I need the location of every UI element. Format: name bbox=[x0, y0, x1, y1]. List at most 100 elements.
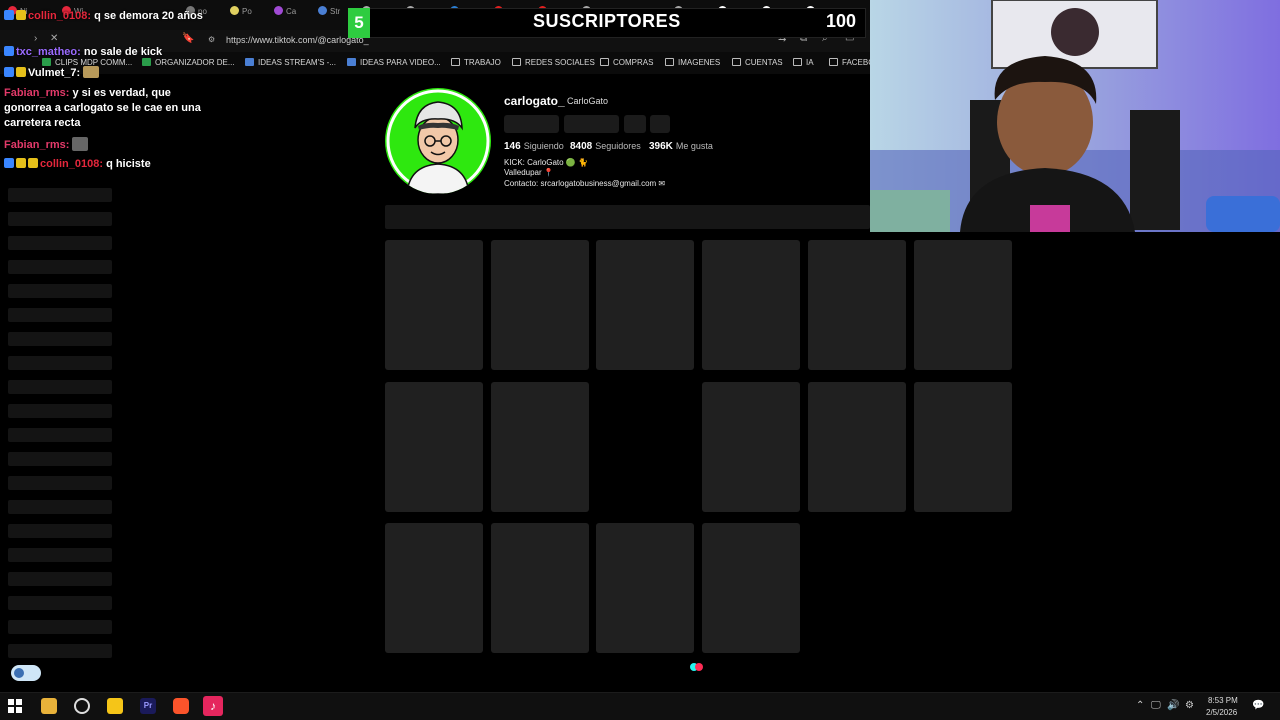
sidebar-skeleton-row bbox=[8, 188, 112, 202]
tab-favicon-icon bbox=[230, 6, 239, 15]
bookmark-label: IA bbox=[806, 58, 814, 67]
brave-browser-icon[interactable] bbox=[173, 698, 189, 714]
folder-icon bbox=[829, 58, 838, 66]
video-card-skeleton[interactable] bbox=[385, 523, 483, 653]
following-count: 146 bbox=[504, 141, 521, 152]
browser-tab[interactable]: Ca bbox=[274, 6, 296, 22]
more-button-skeleton[interactable] bbox=[650, 115, 670, 133]
bookmark-label: CUENTAS bbox=[745, 58, 783, 67]
video-card-skeleton[interactable] bbox=[491, 382, 589, 512]
video-card-skeleton[interactable] bbox=[914, 240, 1012, 370]
premiere-icon[interactable]: Pr bbox=[140, 698, 156, 714]
chat-username[interactable]: txc_matheo bbox=[16, 46, 77, 58]
app-icon[interactable] bbox=[107, 698, 123, 714]
tab-favicon-icon bbox=[318, 6, 327, 15]
browser-tab[interactable]: Str bbox=[318, 6, 340, 22]
chat-badge-icon bbox=[4, 10, 14, 20]
chat-username[interactable]: collin_0108 bbox=[28, 10, 87, 22]
sidebar-skeleton-row bbox=[8, 212, 112, 226]
bookmark-item[interactable]: FACEBO bbox=[829, 58, 874, 67]
browser-tab[interactable]: Po bbox=[230, 6, 252, 22]
file-explorer-icon[interactable] bbox=[41, 698, 57, 714]
bookmark-item[interactable]: TRABAJO bbox=[451, 58, 501, 67]
chevron-up-icon[interactable]: ⌃ bbox=[1136, 700, 1144, 711]
bookmark-icon[interactable]: 🔖 bbox=[182, 33, 194, 44]
overlay-toggle[interactable] bbox=[11, 665, 41, 681]
settings-icon[interactable]: ⚙ bbox=[1185, 700, 1194, 711]
chat-badge-icon bbox=[16, 67, 26, 77]
video-card-skeleton[interactable] bbox=[702, 240, 800, 370]
network-icon[interactable]: 🖵 bbox=[1151, 700, 1161, 711]
video-card-skeleton[interactable] bbox=[385, 382, 483, 512]
chat-username[interactable]: Fabian_rms bbox=[4, 87, 66, 99]
obs-icon[interactable] bbox=[74, 698, 90, 714]
chat-message: Vulmet_7: bbox=[4, 66, 204, 81]
tiktok-icon[interactable]: ♪ bbox=[203, 696, 223, 716]
sidebar-skeleton-row bbox=[8, 524, 112, 538]
video-card-skeleton[interactable] bbox=[491, 240, 589, 370]
sidebar-skeleton-row bbox=[8, 308, 112, 322]
subscribers-title: SUSCRIPTORES bbox=[533, 11, 681, 31]
clock-time[interactable]: 8:53 PM bbox=[1208, 696, 1238, 705]
video-card-skeleton[interactable] bbox=[914, 382, 1012, 512]
folder-icon bbox=[451, 58, 460, 66]
bookmark-label: IMAGENES bbox=[678, 58, 721, 67]
folder-icon bbox=[512, 58, 521, 66]
notifications-icon[interactable]: 💬 bbox=[1252, 700, 1264, 711]
bookmark-item[interactable]: IDEAS STREAM'S -... bbox=[245, 58, 336, 67]
folder-icon bbox=[665, 58, 674, 66]
volume-icon[interactable]: 🔊 bbox=[1167, 700, 1179, 711]
bio-line: Contacto: srcarlogatobusiness@gmail.com … bbox=[504, 179, 666, 188]
bio-line: KICK: CarloGato 🟢 🐈 bbox=[504, 158, 588, 167]
chat-username[interactable]: Fabian_rms bbox=[4, 139, 66, 151]
bookmark-item[interactable]: IMAGENES bbox=[665, 58, 720, 67]
sidebar-skeleton-row bbox=[8, 572, 112, 586]
chat-message: Fabian_rms: bbox=[4, 137, 204, 153]
site-settings-icon[interactable]: ⚙ bbox=[208, 35, 215, 44]
video-card-skeleton[interactable] bbox=[702, 523, 800, 653]
forward-icon[interactable]: › bbox=[34, 33, 37, 44]
sidebar-skeleton-row bbox=[8, 260, 112, 274]
add-friend-button-skeleton[interactable] bbox=[624, 115, 646, 133]
video-card-skeleton[interactable] bbox=[702, 382, 800, 512]
sidebar-skeleton-row bbox=[8, 620, 112, 634]
likes-count: 396K bbox=[649, 141, 673, 152]
chat-text: q se demora 20 años bbox=[94, 10, 203, 22]
following-label: Siguiendo bbox=[523, 141, 564, 151]
video-card-skeleton[interactable] bbox=[596, 523, 694, 653]
bookmark-item[interactable]: IA bbox=[793, 58, 814, 67]
chat-username[interactable]: Vulmet_7 bbox=[28, 67, 77, 79]
profile-avatar[interactable] bbox=[385, 88, 491, 194]
bookmark-label: REDES SOCIALES bbox=[525, 58, 595, 67]
sidebar-skeleton-row bbox=[8, 428, 112, 442]
windows-start-icon[interactable] bbox=[8, 699, 22, 713]
profile-tabs-skeleton bbox=[385, 205, 870, 229]
bookmark-label: COMPRAS bbox=[613, 58, 654, 67]
bookmark-item[interactable]: CUENTAS bbox=[732, 58, 783, 67]
video-card-skeleton[interactable] bbox=[808, 382, 906, 512]
close-icon[interactable]: ✕ bbox=[50, 33, 58, 44]
video-card-skeleton[interactable] bbox=[385, 240, 483, 370]
bookmark-item[interactable]: IDEAS PARA VIDEO... bbox=[347, 58, 441, 67]
folder-icon bbox=[793, 58, 802, 66]
message-button-skeleton[interactable] bbox=[564, 115, 619, 133]
emote-icon bbox=[83, 66, 100, 78]
clock-date[interactable]: 2/5/2026 bbox=[1206, 708, 1237, 717]
tab-label: Str bbox=[330, 7, 341, 16]
doc-icon bbox=[245, 58, 254, 66]
followers-stat[interactable]: 8408 Seguidores bbox=[570, 141, 641, 152]
sidebar-skeleton-row bbox=[8, 644, 112, 658]
subscribers-count: 5 bbox=[348, 8, 370, 38]
bookmark-item[interactable]: REDES SOCIALES bbox=[512, 58, 595, 67]
chat-message: collin_0108: q se demora 20 años bbox=[4, 9, 204, 24]
follow-button-skeleton[interactable] bbox=[504, 115, 559, 133]
video-card-skeleton[interactable] bbox=[491, 523, 589, 653]
chat-username[interactable]: collin_0108 bbox=[40, 158, 99, 170]
followers-label: Seguidores bbox=[595, 141, 641, 151]
avatar-illustration bbox=[386, 89, 490, 194]
video-card-skeleton[interactable] bbox=[808, 240, 906, 370]
bookmark-item[interactable]: COMPRAS bbox=[600, 58, 653, 67]
sidebar-skeleton-row bbox=[8, 404, 112, 418]
video-card-skeleton[interactable] bbox=[596, 240, 694, 370]
following-stat[interactable]: 146 Siguiendo bbox=[504, 141, 564, 152]
